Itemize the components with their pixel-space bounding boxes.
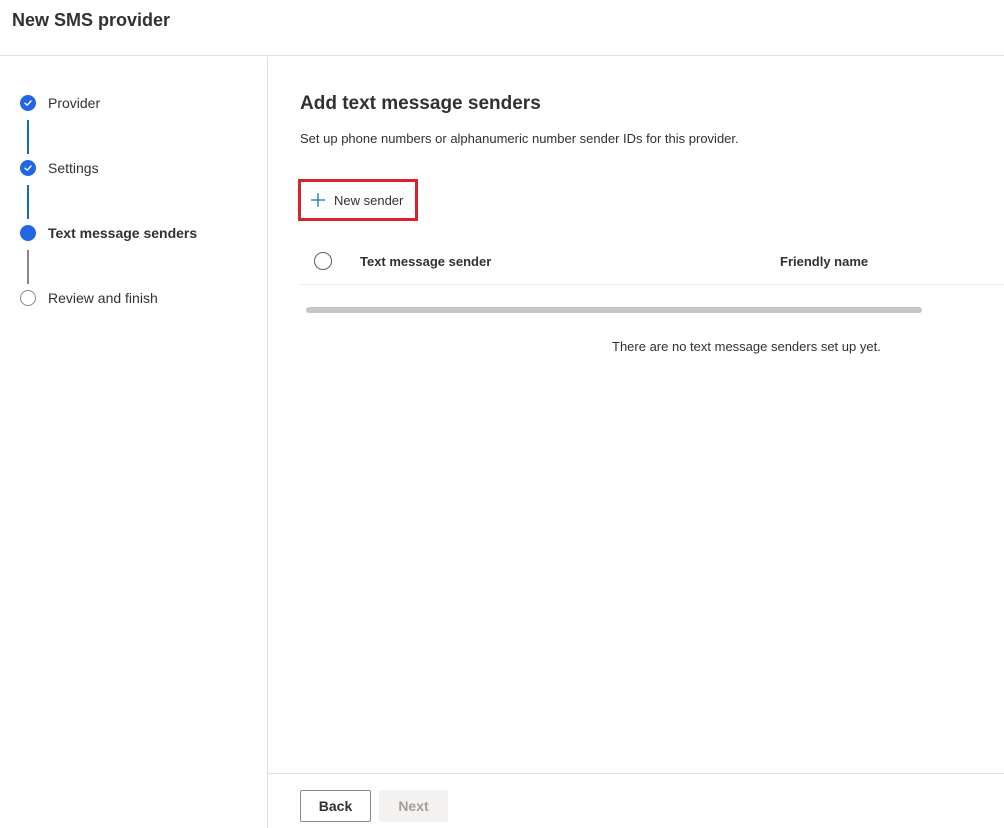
new-sender-label: New sender (334, 192, 404, 208)
step-text-message-senders[interactable]: Text message senders (20, 225, 197, 241)
check-icon (20, 95, 36, 111)
wizard-footer: Back Next (268, 773, 1004, 828)
senders-table-header: Text message sender Friendly name (300, 235, 1004, 285)
back-button[interactable]: Back (300, 790, 371, 822)
select-all-radio[interactable] (314, 252, 332, 270)
page-header: New SMS provider (0, 0, 1004, 56)
step-label: Provider (48, 95, 101, 111)
step-connector (27, 250, 29, 284)
step-review-and-finish[interactable]: Review and finish (20, 290, 158, 306)
column-header-friendly-name[interactable]: Friendly name (780, 254, 868, 269)
horizontal-scrollbar[interactable] (306, 307, 922, 313)
step-label: Text message senders (48, 225, 198, 241)
current-step-icon (20, 225, 36, 241)
pending-step-icon (20, 290, 36, 306)
step-label: Settings (48, 160, 99, 176)
section-description: Set up phone numbers or alphanumeric num… (300, 131, 739, 146)
step-label: Review and finish (48, 290, 158, 306)
new-sender-button[interactable]: New sender (298, 179, 418, 221)
empty-table-message: There are no text message senders set up… (612, 339, 881, 354)
step-connector (27, 120, 29, 154)
section-heading: Add text message senders (300, 93, 541, 114)
wizard-steps: Provider Settings Text message senders R… (0, 57, 268, 828)
column-header-text-message-sender[interactable]: Text message sender (360, 254, 491, 269)
main-content: Add text message senders Set up phone nu… (268, 57, 1004, 773)
step-settings[interactable]: Settings (20, 160, 99, 176)
step-provider[interactable]: Provider (20, 95, 100, 111)
check-icon (20, 160, 36, 176)
step-connector (27, 185, 29, 219)
page-title: New SMS provider (12, 10, 171, 30)
next-button[interactable]: Next (379, 790, 448, 822)
plus-icon (311, 193, 325, 207)
